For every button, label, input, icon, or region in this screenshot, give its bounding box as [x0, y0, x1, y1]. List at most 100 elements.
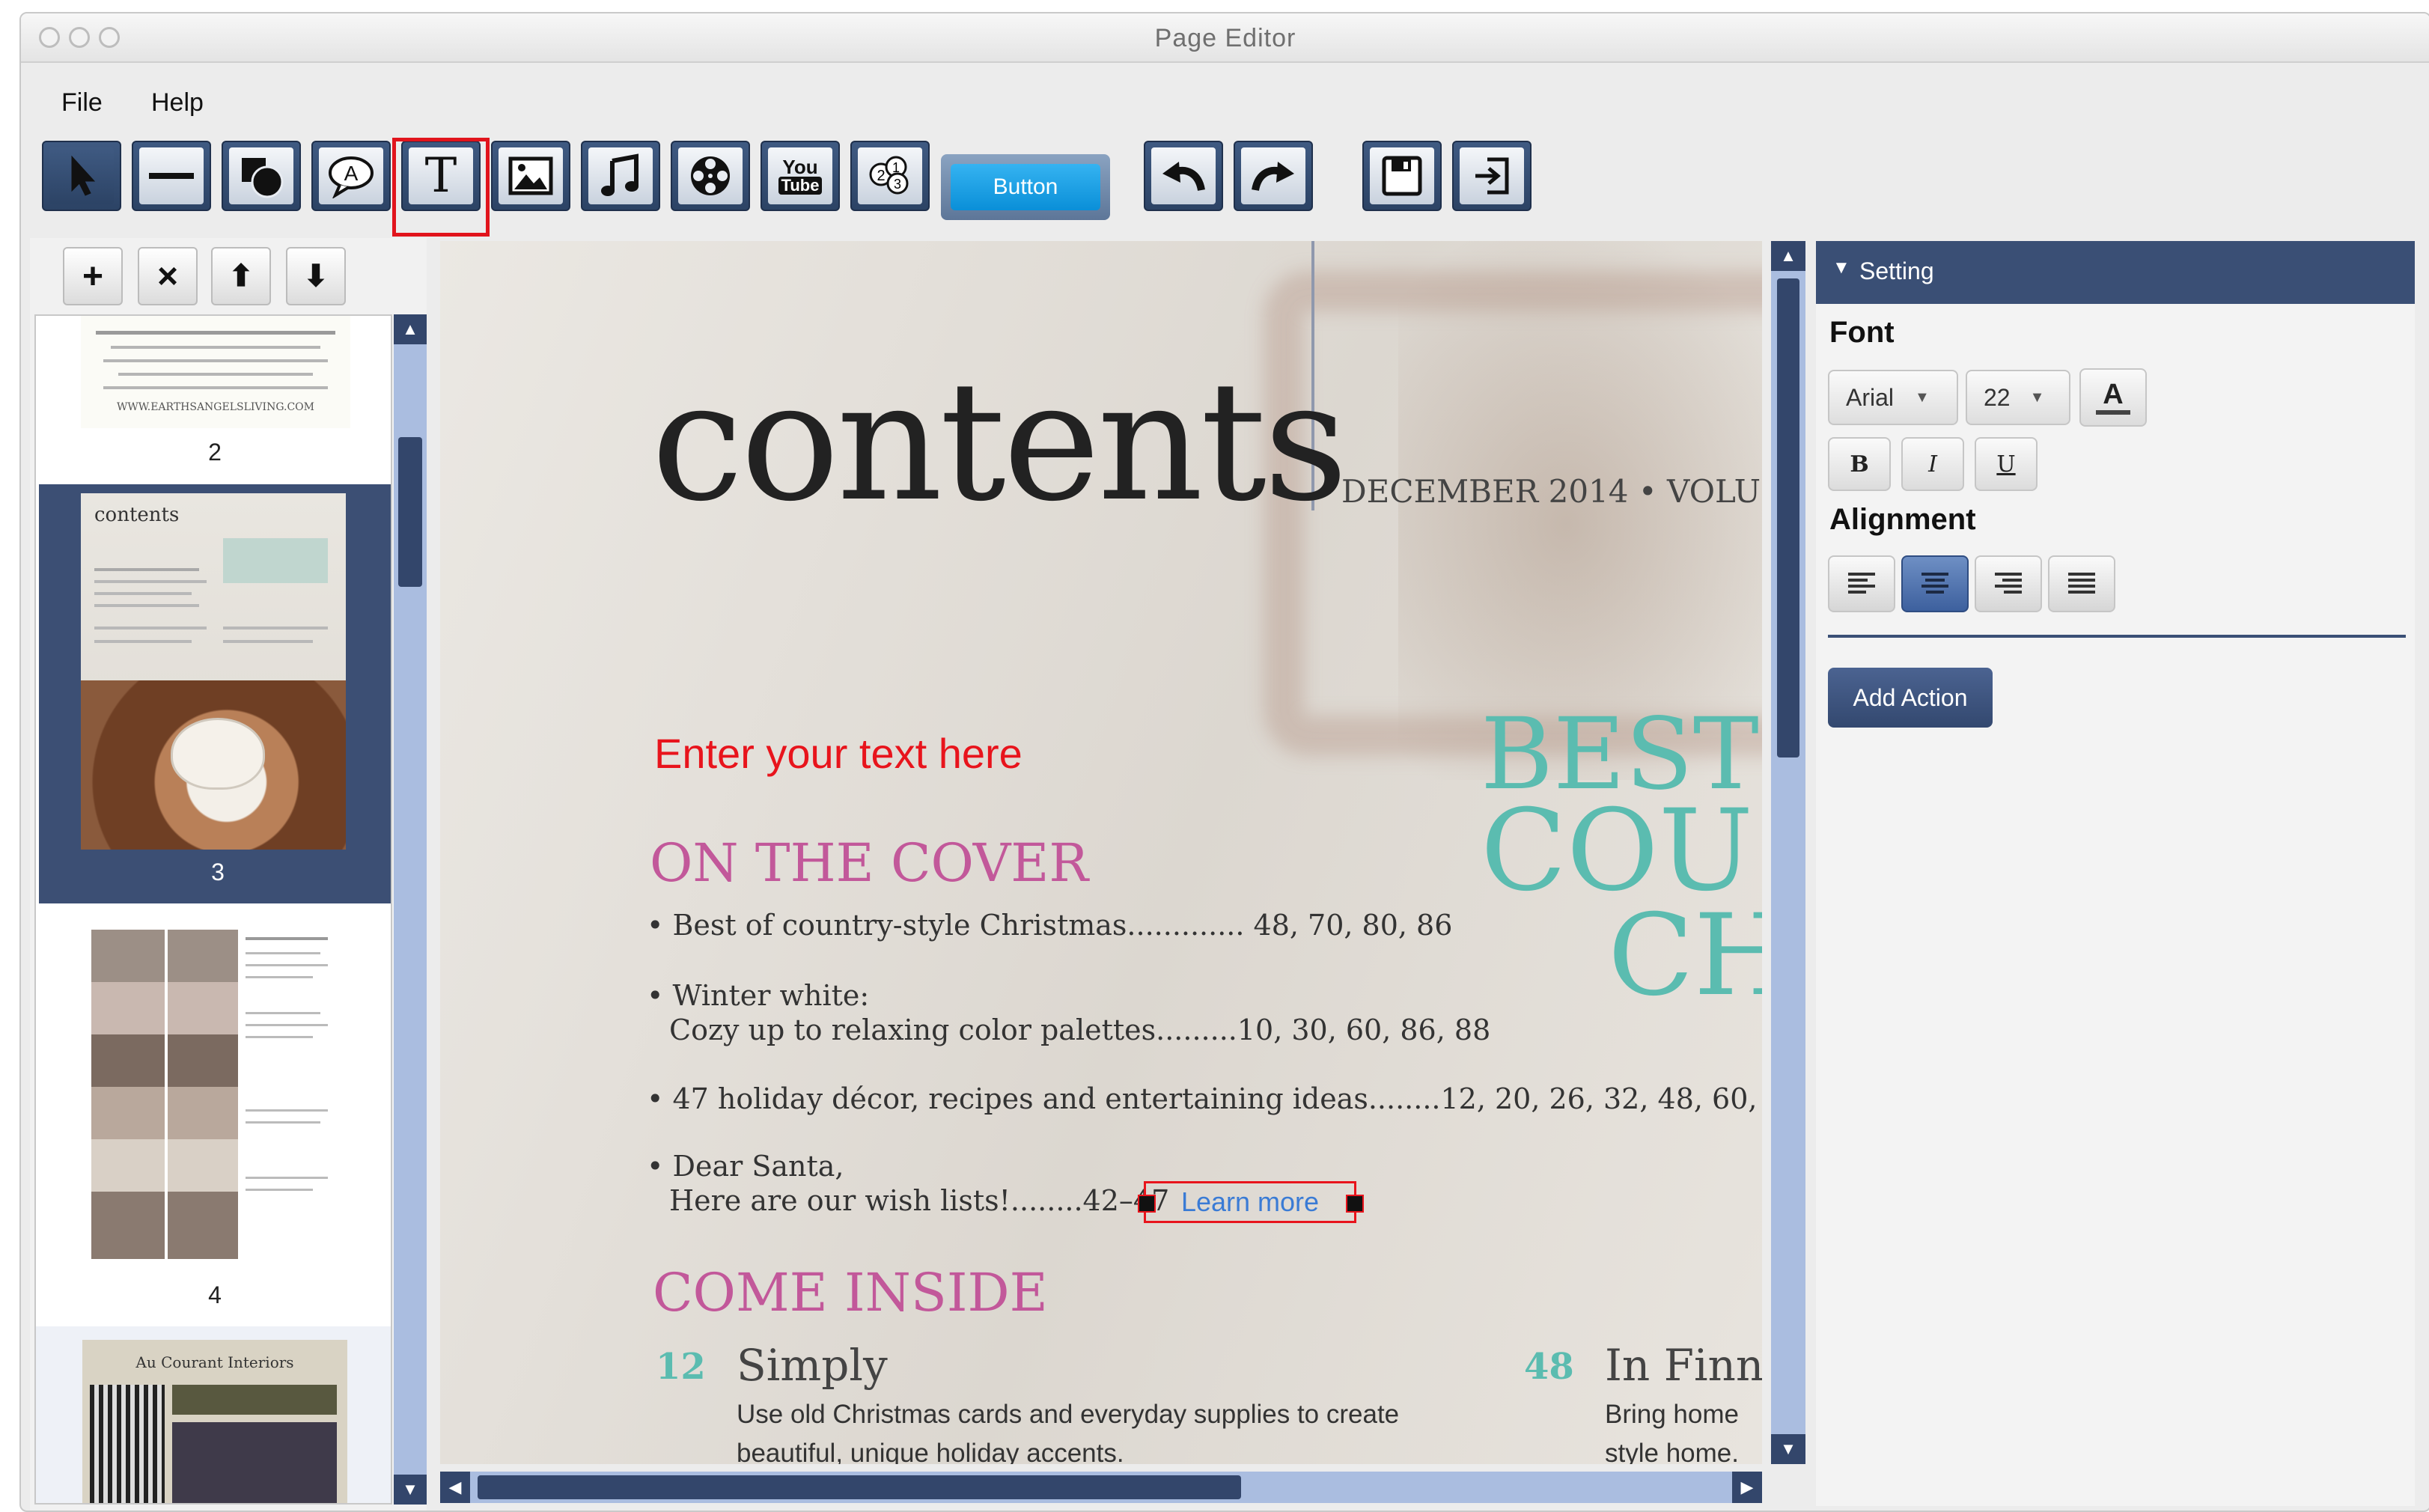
youtube-tool-button[interactable]: You Tube: [761, 141, 840, 211]
cursor-arrow-icon: [49, 147, 114, 204]
align-right-icon: [1995, 573, 2022, 594]
font-size-value: 22: [1984, 383, 2011, 411]
scroll-up-arrow-icon[interactable]: ▲: [394, 314, 427, 344]
entry2-desc-line-2[interactable]: style home.: [1605, 1439, 1739, 1464]
svg-text:1: 1: [892, 160, 900, 175]
underline-button[interactable]: U: [1975, 437, 2038, 491]
menu-file[interactable]: File: [61, 88, 103, 118]
cover-item-1[interactable]: • Best of country-style Christmas.......…: [647, 909, 1452, 942]
canvas-vertical-scrollbar[interactable]: ▲ ▼: [1771, 241, 1805, 1464]
button-widget-tool[interactable]: Button: [941, 154, 1110, 220]
entry2-desc-line-1[interactable]: Bring home: [1605, 1400, 1739, 1430]
menu-help[interactable]: Help: [151, 88, 204, 118]
page-thumbnail-5[interactable]: Au Courant Interiors: [36, 1326, 391, 1503]
image-icon: [499, 147, 563, 204]
entry-page-12[interactable]: 12: [656, 1346, 706, 1388]
numbered-circles-icon: 21 3: [858, 147, 922, 204]
floppy-disk-icon: [1370, 147, 1434, 204]
line-tool-button[interactable]: [132, 141, 211, 211]
save-button[interactable]: [1362, 141, 1442, 211]
resize-handle-right[interactable]: [1346, 1195, 1364, 1213]
scroll-down-arrow-icon[interactable]: ▼: [394, 1475, 427, 1505]
video-tool-button[interactable]: [671, 141, 750, 211]
scroll-right-arrow-icon[interactable]: ▶: [1732, 1472, 1762, 1503]
window-title: Page Editor: [1154, 24, 1296, 52]
callout-tool-button[interactable]: A: [311, 141, 391, 211]
page-number-4: 4: [208, 1281, 222, 1308]
settings-panel: ▼ Setting Font Arial ▼ 22 ▼ A B I U Alig…: [1816, 241, 2415, 1506]
cover-item-4-title[interactable]: • Dear Santa,: [647, 1150, 844, 1183]
undo-icon: [1151, 147, 1216, 204]
youtube-you-text: You: [782, 155, 818, 178]
align-right-button[interactable]: [1975, 555, 2042, 612]
cover-item-4-detail[interactable]: Here are our wish lists!........42–47: [669, 1184, 1169, 1217]
canvas-hscroll-thumb[interactable]: [478, 1475, 1241, 1499]
add-action-button[interactable]: Add Action: [1828, 668, 1993, 728]
bold-button[interactable]: B: [1828, 437, 1891, 491]
numbering-tool-button[interactable]: 21 3: [850, 141, 930, 211]
resize-handle-left[interactable]: [1138, 1195, 1156, 1213]
move-page-up-button[interactable]: ⬆: [211, 247, 271, 305]
entry-title-simply[interactable]: Simply: [737, 1340, 888, 1391]
align-justify-button[interactable]: [2048, 555, 2115, 612]
scroll-up-arrow-icon[interactable]: ▲: [1771, 241, 1805, 271]
thumbnail-caption: WWW.EARTHSANGELSLIVING.COM: [117, 401, 314, 413]
entry-desc-line-2[interactable]: beautiful, unique holiday accents.: [737, 1439, 1124, 1464]
undo-button[interactable]: [1144, 141, 1223, 211]
text-tool-highlight: [392, 138, 490, 237]
settings-header[interactable]: ▼ Setting: [1816, 241, 2415, 304]
svg-text:3: 3: [894, 177, 901, 192]
come-inside-heading[interactable]: COME INSIDE: [653, 1262, 1048, 1323]
page-canvas[interactable]: contents DECEMBER 2014 • VOLUM Enter you…: [440, 241, 1762, 1464]
font-color-button[interactable]: A: [2079, 368, 2147, 427]
thumbnail-heading: contents: [94, 504, 180, 526]
pages-scroll-thumb[interactable]: [398, 437, 422, 587]
redo-button[interactable]: [1234, 141, 1313, 211]
date-line[interactable]: DECEMBER 2014 • VOLUM: [1341, 473, 1762, 510]
page-number-3: 3: [211, 859, 225, 885]
add-page-button[interactable]: +: [63, 247, 123, 305]
page-thumbnail-3-selected[interactable]: contents 3: [39, 484, 391, 903]
font-color-glyph: A: [2103, 379, 2124, 410]
select-tool-button[interactable]: [42, 141, 121, 211]
entry-title-finni[interactable]: In Finni: [1605, 1340, 1762, 1391]
cover-item-2-title[interactable]: • Winter white:: [647, 979, 869, 1012]
move-page-down-button[interactable]: ⬇: [286, 247, 346, 305]
cover-item-3[interactable]: • 47 holiday décor, recipes and entertai…: [647, 1082, 1762, 1115]
shapes-icon: [229, 147, 293, 204]
page-thumbnail-4[interactable]: [91, 930, 338, 1259]
exit-button[interactable]: [1452, 141, 1532, 211]
redo-icon: [1241, 147, 1305, 204]
font-label: Font: [1829, 316, 1895, 349]
align-left-button[interactable]: [1828, 555, 1895, 612]
scroll-down-arrow-icon[interactable]: ▼: [1771, 1434, 1805, 1464]
align-center-icon: [1921, 573, 1948, 594]
entry-desc-line-1[interactable]: Use old Christmas cards and everyday sup…: [737, 1400, 1399, 1430]
shape-tool-button[interactable]: [222, 141, 301, 211]
align-center-button[interactable]: [1901, 555, 1969, 612]
film-reel-icon: [678, 147, 743, 204]
scroll-left-arrow-icon[interactable]: ◀: [440, 1472, 470, 1503]
font-family-select[interactable]: Arial ▼: [1828, 370, 1958, 425]
align-justify-icon: [2068, 573, 2095, 594]
canvas-scroll-thumb[interactable]: [1777, 278, 1799, 757]
font-size-select[interactable]: 22 ▼: [1966, 370, 2070, 425]
thumbnail-caption: Au Courant Interiors: [135, 1353, 294, 1371]
text-placeholder[interactable]: Enter your text here: [654, 729, 1023, 778]
italic-button[interactable]: I: [1901, 437, 1964, 491]
image-tool-button[interactable]: [491, 141, 570, 211]
on-the-cover-heading[interactable]: ON THE COVER: [650, 832, 1088, 894]
audio-tool-button[interactable]: [581, 141, 660, 211]
settings-divider: [1828, 635, 2406, 638]
entry-page-48[interactable]: 48: [1524, 1346, 1574, 1388]
settings-header-label: Setting: [1859, 257, 1934, 284]
learn-more-button[interactable]: Learn more: [1144, 1181, 1356, 1223]
pages-vertical-scrollbar[interactable]: ▲ ▼: [394, 314, 427, 1505]
page-title[interactable]: contents: [651, 359, 1348, 524]
chevron-down-icon: ▼: [1915, 388, 1930, 406]
delete-page-button[interactable]: ×: [138, 247, 198, 305]
youtube-tube-text: Tube: [778, 176, 823, 195]
canvas-horizontal-scrollbar[interactable]: ◀ ▶: [440, 1472, 1762, 1503]
cover-item-2-detail[interactable]: Cozy up to relaxing color palettes......…: [669, 1013, 1490, 1046]
page-thumbnail-2[interactable]: WWW.EARTHSANGELSLIVING.COM: [81, 316, 350, 428]
